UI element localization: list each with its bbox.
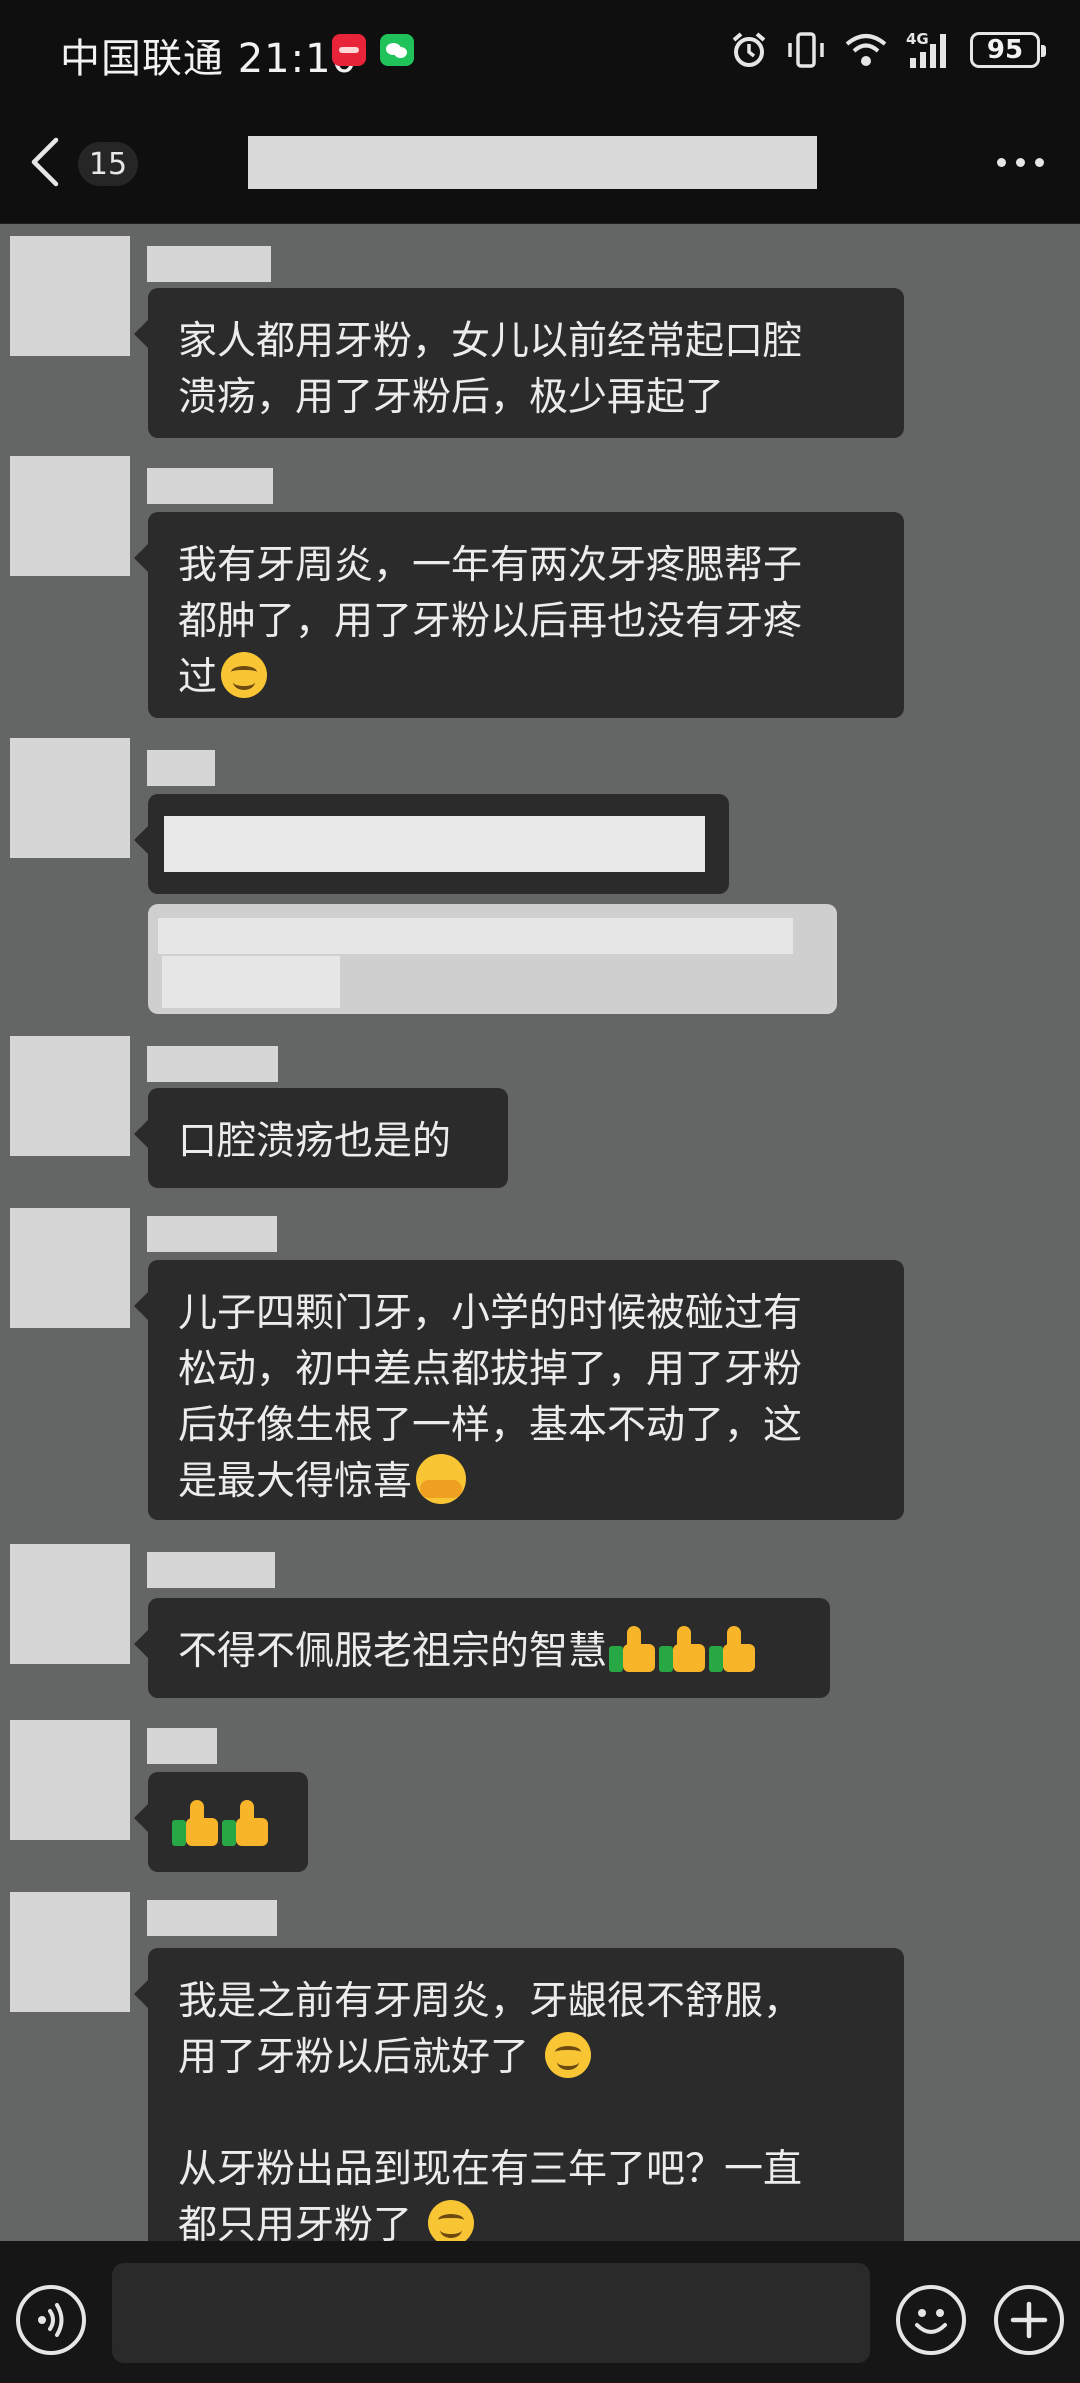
thumbs-up-icon (659, 1626, 707, 1672)
sender-name-redacted (147, 246, 271, 282)
status-icons: 4G 95 (730, 26, 1046, 74)
message-input[interactable] (112, 2263, 870, 2363)
more-dot-icon (996, 157, 1006, 167)
avatar[interactable] (10, 236, 130, 356)
message-text: 不得不佩服老祖宗的智慧 (178, 1629, 608, 1674)
hug-emoji-icon (416, 1454, 467, 1504)
message-text: 我是之前有牙周炎，牙龈很不舒服， 用了牙粉以后就好了 (178, 1979, 803, 2080)
sender-name-redacted (147, 1728, 217, 1764)
message-bubble[interactable]: 不得不佩服老祖宗的智慧 (134, 1598, 830, 1698)
back-button[interactable] (24, 136, 68, 188)
signal-4g-icon: 4G (906, 30, 946, 68)
thumbs-up-icon (609, 1626, 657, 1672)
smile-emoji-icon (545, 2032, 592, 2078)
unread-count-badge: 15 (78, 142, 138, 186)
avatar[interactable] (10, 1892, 130, 2012)
avatar[interactable] (10, 1720, 130, 1840)
status-bar: 中国联通 21:10 4G 95 (0, 0, 1080, 100)
thumbs-up-icon (222, 1800, 270, 1846)
vibrate-icon (788, 32, 824, 68)
input-bar (0, 2241, 1080, 2383)
emoji-button[interactable] (896, 2285, 966, 2355)
more-functions-button[interactable] (994, 2285, 1064, 2355)
battery-indicator: 95 (970, 32, 1046, 68)
sender-name-redacted (147, 1900, 277, 1936)
message-text: 家人都用牙粉，女儿以前经常起口腔 溃疡，用了牙粉后，极少再起了 (178, 319, 803, 420)
svg-text:4G: 4G (906, 30, 929, 48)
carrier-name: 中国联通 (60, 36, 224, 82)
quoted-message-card[interactable] (148, 904, 837, 1014)
voice-icon (38, 2303, 64, 2337)
message-text: 儿子四颗门牙，小学的时候被碰过有 松动，初中差点都拔掉了，用了牙粉 后好像生根了… (178, 1291, 803, 1504)
notification-app-icon (332, 34, 366, 66)
carrier-and-time: 中国联通 21:10 (60, 26, 358, 84)
thumbs-up-icon (172, 1800, 220, 1846)
message-bubble[interactable]: 口腔溃疡也是的 (134, 1088, 508, 1188)
voice-input-button[interactable] (16, 2285, 86, 2355)
alarm-icon (732, 32, 766, 67)
more-options-button[interactable] (990, 144, 1050, 180)
message-bubble[interactable] (134, 794, 729, 894)
thumbs-up-icon (709, 1626, 757, 1672)
message-bubble[interactable]: 儿子四颗门牙，小学的时候被碰过有 松动，初中差点都拔掉了，用了牙粉 后好像生根了… (134, 1260, 904, 1520)
sender-name-redacted (147, 1046, 278, 1082)
smile-emoji-icon (428, 2200, 475, 2241)
chat-title-redacted (248, 136, 817, 189)
chevron-left-icon (31, 137, 59, 187)
wifi-icon (845, 34, 887, 66)
wechat-notification-icon (380, 34, 414, 66)
more-dot-icon (1034, 157, 1044, 167)
message-text: 我有牙周炎，一年有两次牙疼腮帮子 都肿了，用了牙粉以后再也没有牙疼 过 (178, 543, 803, 700)
battery-level: 95 (986, 35, 1024, 65)
message-bubble[interactable]: 我有牙周炎，一年有两次牙疼腮帮子 都肿了，用了牙粉以后再也没有牙疼 过 (134, 512, 904, 718)
message-text-redacted (164, 816, 705, 872)
quoted-text-redacted (158, 918, 793, 954)
message-bubble[interactable]: 家人都用牙粉，女儿以前经常起口腔 溃疡，用了牙粉后，极少再起了 (134, 288, 904, 438)
avatar[interactable] (10, 1036, 130, 1156)
message-bubble[interactable] (134, 1772, 308, 1872)
avatar[interactable] (10, 738, 130, 858)
avatar[interactable] (10, 1208, 130, 1328)
message-text: 从牙粉出品到现在有三年了吧？一直 都只用牙粉了 (178, 2147, 803, 2241)
plus-icon (1010, 2301, 1048, 2339)
sender-name-redacted (147, 1552, 275, 1588)
quoted-text-redacted (162, 956, 340, 1008)
chat-message-list[interactable]: 家人都用牙粉，女儿以前经常起口腔 溃疡，用了牙粉后，极少再起了 我有牙周炎，一年… (0, 224, 1080, 2241)
avatar[interactable] (10, 1544, 130, 1664)
smile-emoji-icon (221, 652, 268, 698)
chat-header: 15 (0, 100, 1080, 224)
avatar[interactable] (10, 456, 130, 576)
sender-name-redacted (147, 750, 215, 786)
more-dot-icon (1015, 157, 1025, 167)
smiley-icon (915, 2309, 947, 2334)
sender-name-redacted (147, 1216, 277, 1252)
message-bubble[interactable]: 我是之前有牙周炎，牙龈很不舒服， 用了牙粉以后就好了 从牙粉出品到现在有三年了吧… (134, 1948, 904, 2241)
message-text: 口腔溃疡也是的 (178, 1119, 452, 1164)
sender-name-redacted (147, 468, 273, 504)
